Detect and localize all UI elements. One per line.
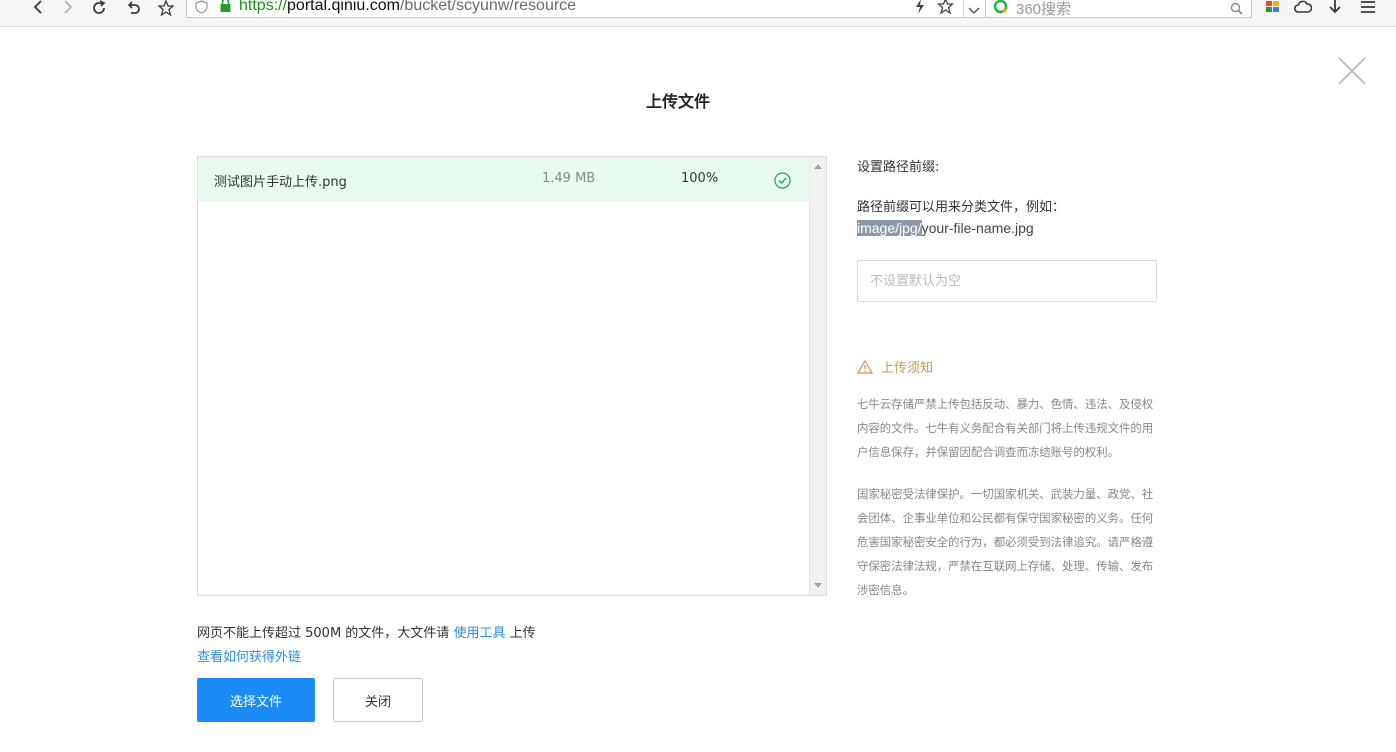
select-file-button[interactable]: 选择文件 bbox=[197, 678, 315, 722]
notice-paragraph-content: 七牛云存储严禁上传包括反动、暴力、色情、违法、及侵权内容的文件。七牛有义务配合有… bbox=[857, 397, 1154, 459]
upload-notice-title: 上传须知 bbox=[856, 357, 934, 376]
close-icon[interactable] bbox=[1337, 56, 1367, 86]
search-icon[interactable] bbox=[1230, 0, 1243, 19]
menu-icon[interactable] bbox=[1357, 0, 1379, 18]
file-progress: 100% bbox=[681, 171, 719, 186]
bookmark-star-icon[interactable] bbox=[155, 0, 177, 18]
warning-icon bbox=[856, 359, 874, 374]
prefix-example: image/jpg/your-file-name.jpg bbox=[857, 220, 1034, 236]
prefix-description: 路径前缀可以用来分类文件，例如： bbox=[857, 200, 1066, 215]
notice-paragraph-secrets: 国家秘密受法律保护。一切国家机关、武装力量、政党、社会团体、企事业单位和公民都有… bbox=[857, 487, 1154, 597]
url-text[interactable]: https://portal.qiniu.com/bucket/scyunw/r… bbox=[239, 0, 576, 15]
lock-icon bbox=[219, 0, 232, 17]
scrollbar[interactable] bbox=[809, 157, 826, 595]
file-row: 测试图片手动上传.png 1.49 MB 100% bbox=[198, 157, 810, 202]
divider bbox=[963, 0, 964, 17]
undo-icon[interactable] bbox=[122, 0, 144, 18]
cloud-icon[interactable] bbox=[1292, 0, 1314, 18]
url-protocol: https:// bbox=[239, 0, 288, 14]
lightning-icon[interactable] bbox=[915, 0, 925, 18]
chevron-down-icon[interactable] bbox=[968, 1, 980, 20]
prefix-title: 设置路径前缀: bbox=[857, 160, 940, 175]
get-external-link-link[interactable]: 查看如何获得外链 bbox=[197, 646, 301, 665]
search-bar[interactable]: 360搜索 bbox=[986, 0, 1252, 18]
modal-title: 上传文件 bbox=[645, 92, 710, 111]
check-circle-icon bbox=[774, 172, 791, 189]
search-input[interactable]: 360搜索 bbox=[1016, 0, 1071, 19]
browser-toolbar: https://portal.qiniu.com/bucket/scyunw/r… bbox=[0, 0, 1396, 27]
limit-note-suffix: 上传 bbox=[505, 626, 536, 641]
notice-title-text: 上传须知 bbox=[881, 361, 934, 376]
shield-icon bbox=[195, 0, 208, 18]
close-button[interactable]: 关闭 bbox=[333, 678, 423, 722]
scroll-down-icon[interactable] bbox=[814, 583, 822, 588]
download-icon[interactable] bbox=[1324, 0, 1346, 18]
favorite-star-icon[interactable] bbox=[936, 0, 955, 18]
file-size: 1.49 MB bbox=[542, 171, 596, 186]
scroll-up-icon[interactable] bbox=[814, 164, 822, 169]
limit-note-text: 网页不能上传超过 500M 的文件，大文件请 bbox=[197, 626, 454, 641]
url-path: /bucket/scyunw/resource bbox=[399, 0, 577, 14]
url-host: portal.qiniu.com bbox=[287, 0, 400, 14]
search-engine-icon bbox=[993, 0, 1008, 18]
upload-limit-note: 网页不能上传超过 500M 的文件，大文件请 使用工具 上传 bbox=[197, 622, 536, 641]
use-tool-link[interactable]: 使用工具 bbox=[453, 626, 505, 641]
prefix-example-rest: your-file-name.jpg bbox=[921, 220, 1034, 236]
address-bar[interactable]: https://portal.qiniu.com/bucket/scyunw/r… bbox=[186, 0, 986, 18]
prefix-example-highlight: image/jpg/ bbox=[857, 220, 922, 236]
file-list: 测试图片手动上传.png 1.49 MB 100% bbox=[197, 156, 827, 596]
forward-icon[interactable] bbox=[56, 0, 78, 18]
file-name: 测试图片手动上传.png bbox=[214, 175, 347, 190]
prefix-input[interactable] bbox=[857, 260, 1157, 302]
back-icon[interactable] bbox=[28, 0, 50, 18]
apps-grid-icon[interactable] bbox=[1261, 0, 1283, 18]
refresh-icon[interactable] bbox=[88, 0, 110, 18]
